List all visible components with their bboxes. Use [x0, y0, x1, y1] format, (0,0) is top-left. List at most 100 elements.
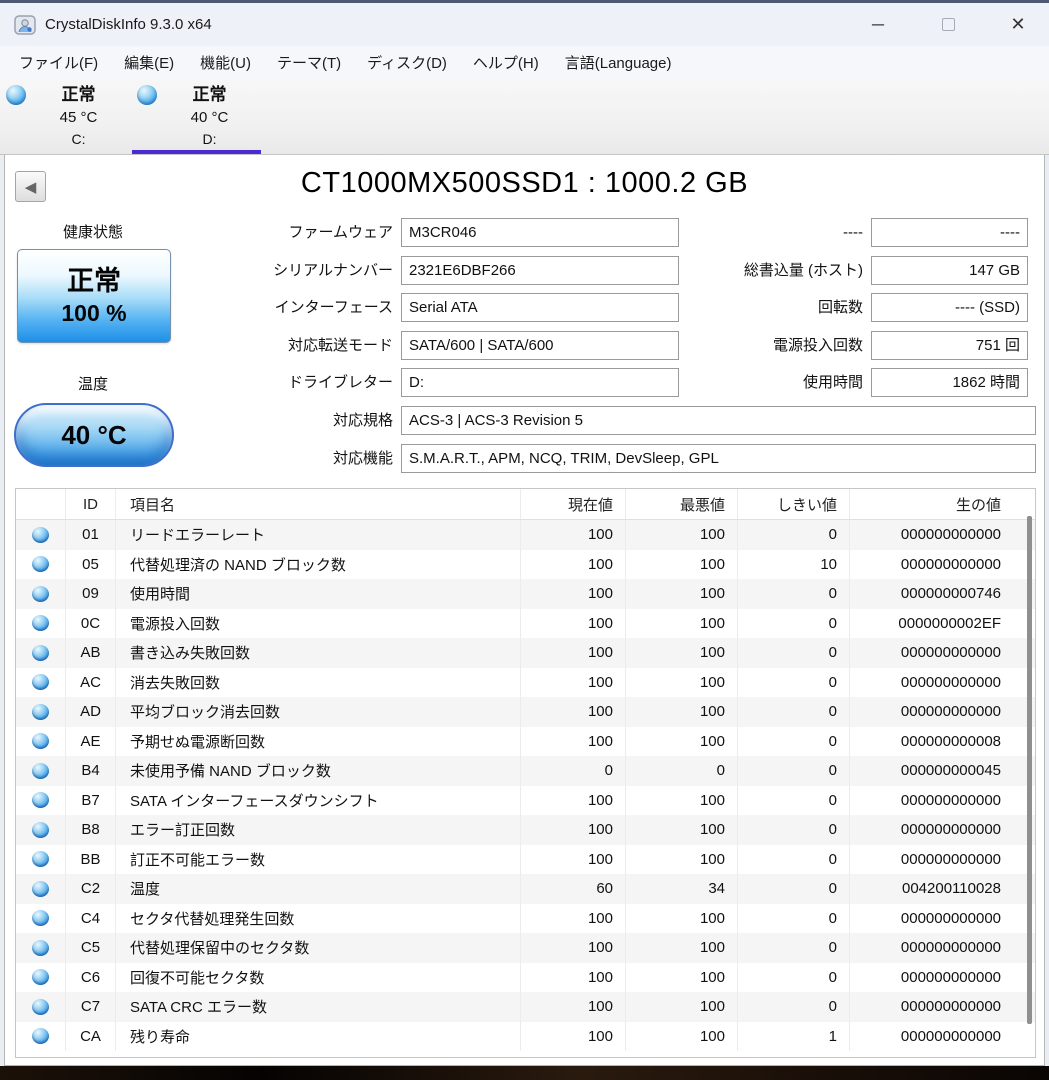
- table-row[interactable]: CA 残り寿命 100 100 1 000000000000: [16, 1022, 1035, 1052]
- status-good-orb-icon: [32, 645, 49, 661]
- info-field-row: インターフェース Serial ATA: [165, 293, 679, 322]
- menu-item[interactable]: 機能(U): [191, 48, 260, 77]
- maximize-button[interactable]: [925, 3, 971, 46]
- attribute-threshold: 0: [738, 697, 850, 727]
- menu-item[interactable]: 編集(E): [115, 48, 183, 77]
- table-scrollbar[interactable]: [1027, 516, 1032, 1024]
- table-row[interactable]: C6 回復不可能セクタ数 100 100 0 000000000000: [16, 963, 1035, 993]
- attribute-raw-value: 000000000000: [850, 520, 1035, 550]
- attribute-name: SATA CRC エラー数: [116, 992, 521, 1022]
- attribute-worst: 100: [626, 579, 738, 609]
- table-row[interactable]: 01 リードエラーレート 100 100 0 000000000000: [16, 520, 1035, 550]
- attribute-name: 温度: [116, 874, 521, 904]
- attribute-current: 100: [521, 845, 626, 875]
- attribute-raw-value: 004200110028: [850, 874, 1035, 904]
- attribute-worst: 100: [626, 845, 738, 875]
- row-status-cell: [16, 963, 66, 993]
- attribute-raw-value: 000000000000: [850, 550, 1035, 580]
- attribute-threshold: 0: [738, 904, 850, 934]
- window-title: CrystalDiskInfo 9.3.0 x64: [45, 16, 212, 33]
- attribute-current: 0: [521, 756, 626, 786]
- table-row[interactable]: B4 未使用予備 NAND ブロック数 0 0 0 000000000045: [16, 756, 1035, 786]
- back-button[interactable]: ◀: [15, 171, 46, 202]
- attribute-id: AD: [66, 697, 116, 727]
- table-row[interactable]: 05 代替処理済の NAND ブロック数 100 100 10 00000000…: [16, 550, 1035, 580]
- table-row[interactable]: AB 書き込み失敗回数 100 100 0 000000000000: [16, 638, 1035, 668]
- temperature-indicator[interactable]: 40 °C: [14, 403, 174, 467]
- table-row[interactable]: B7 SATA インターフェースダウンシフト 100 100 0 0000000…: [16, 786, 1035, 816]
- info-field-label: 電源投入回数: [645, 331, 871, 360]
- table-row[interactable]: 0C 電源投入回数 100 100 0 0000000002EF: [16, 609, 1035, 639]
- menu-item[interactable]: テーマ(T): [268, 48, 350, 77]
- info-field-row: 対応規格 ACS-3 | ACS-3 Revision 5: [165, 406, 1036, 435]
- drive-tab[interactable]: 正常 40 °C D:: [131, 79, 262, 154]
- status-good-orb-icon: [32, 792, 49, 808]
- menu-item[interactable]: 言語(Language): [556, 48, 681, 77]
- table-row[interactable]: C5 代替処理保留中のセクタ数 100 100 0 000000000000: [16, 933, 1035, 963]
- table-row[interactable]: C4 セクタ代替処理発生回数 100 100 0 000000000000: [16, 904, 1035, 934]
- info-field-value: ----: [871, 218, 1028, 247]
- id-column-header: ID: [66, 489, 116, 519]
- drive-tab[interactable]: 正常 45 °C C:: [0, 79, 131, 154]
- table-row[interactable]: C7 SATA CRC エラー数 100 100 0 000000000000: [16, 992, 1035, 1022]
- attribute-worst: 100: [626, 697, 738, 727]
- info-field-label: 回転数: [645, 293, 871, 322]
- attribute-threshold: 0: [738, 520, 850, 550]
- temperature-value: 40 °C: [61, 420, 126, 451]
- menu-item[interactable]: ヘルプ(H): [464, 48, 548, 77]
- row-status-cell: [16, 874, 66, 904]
- attribute-current: 100: [521, 904, 626, 934]
- attribute-current: 100: [521, 1022, 626, 1052]
- drive-tab-temperature: 45 °C: [26, 107, 131, 129]
- smart-table-body: 01 リードエラーレート 100 100 0 000000000000 05 代…: [16, 520, 1035, 1051]
- attribute-worst: 100: [626, 638, 738, 668]
- attribute-id: AE: [66, 727, 116, 757]
- attribute-threshold: 1: [738, 1022, 850, 1052]
- close-button[interactable]: ✕: [995, 3, 1041, 46]
- info-field-label: 総書込量 (ホスト): [645, 256, 871, 285]
- table-row[interactable]: BB 訂正不可能エラー数 100 100 0 000000000000: [16, 845, 1035, 875]
- attribute-raw-value: 000000000000: [850, 668, 1035, 698]
- window-controls: ─ ✕: [855, 3, 1049, 46]
- table-row[interactable]: B8 エラー訂正回数 100 100 0 000000000000: [16, 815, 1035, 845]
- menu-item[interactable]: ファイル(F): [10, 48, 107, 77]
- info-field-value: Serial ATA: [401, 293, 679, 322]
- row-status-cell: [16, 815, 66, 845]
- info-field-label: 対応機能: [165, 444, 401, 473]
- attribute-name: 使用時間: [116, 579, 521, 609]
- table-row[interactable]: C2 温度 60 34 0 004200110028: [16, 874, 1035, 904]
- attribute-current: 100: [521, 638, 626, 668]
- menu-item[interactable]: ディスク(D): [358, 48, 456, 77]
- table-row[interactable]: AC 消去失敗回数 100 100 0 000000000000: [16, 668, 1035, 698]
- table-row[interactable]: 09 使用時間 100 100 0 000000000746: [16, 579, 1035, 609]
- info-field-row: 対応機能 S.M.A.R.T., APM, NCQ, TRIM, DevSlee…: [165, 444, 1036, 473]
- info-field-label: 対応規格: [165, 406, 401, 435]
- attribute-name: 書き込み失敗回数: [116, 638, 521, 668]
- attribute-current: 100: [521, 697, 626, 727]
- attribute-raw-value: 000000000045: [850, 756, 1035, 786]
- attribute-raw-value: 000000000000: [850, 638, 1035, 668]
- row-status-cell: [16, 845, 66, 875]
- drive-tab-letter: C:: [26, 129, 131, 150]
- health-status-button[interactable]: 正常 100 %: [17, 249, 171, 343]
- attribute-name: セクタ代替処理発生回数: [116, 904, 521, 934]
- attribute-worst: 100: [626, 668, 738, 698]
- attribute-id: B7: [66, 786, 116, 816]
- attribute-threshold: 0: [738, 933, 850, 963]
- drive-tab-status: 正常: [26, 83, 131, 107]
- info-field-value: SATA/600 | SATA/600: [401, 331, 679, 360]
- attribute-current: 100: [521, 992, 626, 1022]
- info-field-row: ドライブレター D:: [165, 368, 679, 397]
- status-good-orb-icon: [32, 910, 49, 926]
- minimize-button[interactable]: ─: [855, 3, 901, 46]
- attribute-threshold: 0: [738, 638, 850, 668]
- row-status-cell: [16, 756, 66, 786]
- threshold-column-header: しきい値: [738, 489, 850, 519]
- row-status-cell: [16, 550, 66, 580]
- status-good-orb-icon: [32, 999, 49, 1015]
- attribute-id: BB: [66, 845, 116, 875]
- attribute-raw-value: 000000000000: [850, 904, 1035, 934]
- table-row[interactable]: AD 平均ブロック消去回数 100 100 0 000000000000: [16, 697, 1035, 727]
- info-fields-wide: 対応規格 ACS-3 | ACS-3 Revision 5 対応機能 S.M.A…: [165, 406, 1036, 473]
- table-row[interactable]: AE 予期せぬ電源断回数 100 100 0 000000000008: [16, 727, 1035, 757]
